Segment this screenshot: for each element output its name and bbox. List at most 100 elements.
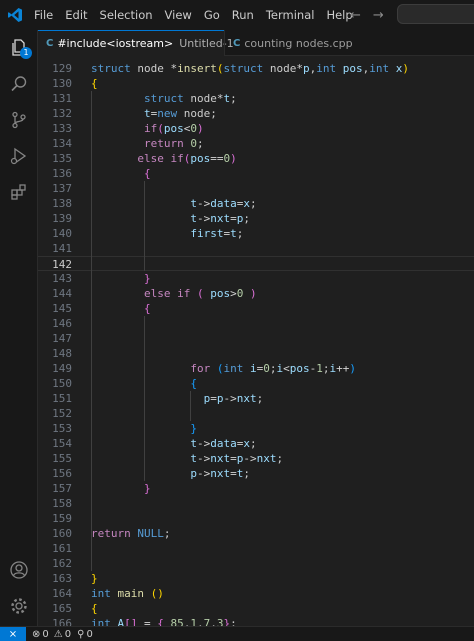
- code-line[interactable]: 149 for (int i=0;i<pos-1;i++): [38, 361, 474, 376]
- code-text: t=new node;: [91, 106, 217, 121]
- code-editor[interactable]: 129 struct node *insert(struct node*p,int…: [38, 57, 474, 626]
- code-token: {: [91, 602, 98, 615]
- code-line[interactable]: 132 t=new node;: [38, 106, 474, 121]
- code-token: pos: [289, 362, 310, 375]
- code-token: =: [210, 392, 217, 405]
- menu-go[interactable]: Go: [198, 0, 226, 30]
- code-token: =: [144, 617, 151, 626]
- ports-indicator[interactable]: ⚲ 0: [77, 629, 93, 640]
- tab-untitled-1[interactable]: C #include<iostream> Untitled-1: [38, 30, 234, 56]
- code-line[interactable]: 136 {: [38, 166, 474, 181]
- code-line[interactable]: 155 t->nxt=p->nxt;: [38, 451, 474, 466]
- tab-counting-nodes[interactable]: C counting nodes.cpp: [224, 30, 361, 56]
- code-line[interactable]: 142: [38, 256, 474, 271]
- line-number: 139: [52, 212, 72, 225]
- code-token: {: [190, 377, 197, 390]
- code-line[interactable]: 146: [38, 316, 474, 331]
- code-line[interactable]: 130 {: [38, 76, 474, 91]
- code-line[interactable]: 158: [38, 496, 474, 511]
- search-icon[interactable]: [0, 66, 38, 102]
- code-token: ): [196, 122, 204, 135]
- code-text: if(pos<0): [91, 121, 204, 136]
- code-line[interactable]: 147: [38, 331, 474, 346]
- code-line[interactable]: 159: [38, 511, 474, 526]
- code-line[interactable]: 138 t->data=x;: [38, 196, 474, 211]
- code-token: int: [223, 362, 244, 375]
- code-line[interactable]: 144 else if ( pos>0 ): [38, 286, 474, 301]
- code-line[interactable]: 160 return NULL;: [38, 526, 474, 541]
- code-token: data: [210, 437, 237, 450]
- line-number: 136: [52, 167, 72, 180]
- command-center-search[interactable]: [397, 4, 474, 24]
- menu-terminal[interactable]: Terminal: [260, 0, 321, 30]
- line-number: 133: [52, 122, 72, 135]
- account-icon[interactable]: [0, 552, 38, 588]
- code-token: ): [349, 362, 356, 375]
- menu-file[interactable]: File: [30, 0, 59, 30]
- code-line[interactable]: 131 struct node*t;: [38, 91, 474, 106]
- code-line[interactable]: 135 else if(pos==0): [38, 151, 474, 166]
- indent-guide: [190, 391, 192, 421]
- line-number: 149: [52, 362, 72, 375]
- code-line[interactable]: 166 int A[] = { 85,1,7,3};: [38, 616, 474, 626]
- code-line[interactable]: 148: [38, 346, 474, 361]
- code-token: <: [283, 362, 290, 375]
- line-number: 134: [52, 137, 72, 150]
- remote-indicator-icon[interactable]: ⨯: [0, 626, 26, 641]
- code-token: NULL: [137, 527, 164, 540]
- code-line[interactable]: 161: [38, 541, 474, 556]
- code-token: t: [190, 452, 197, 465]
- explorer-icon[interactable]: 1: [0, 30, 38, 66]
- code-line[interactable]: 165 {: [38, 601, 474, 616]
- code-line[interactable]: 164 int main (): [38, 586, 474, 601]
- menu-run[interactable]: Run: [226, 0, 260, 30]
- code-token: =: [230, 212, 237, 225]
- code-line[interactable]: 157 }: [38, 481, 474, 496]
- code-line[interactable]: 152: [38, 406, 474, 421]
- code-line[interactable]: 162: [38, 556, 474, 571]
- forward-arrow-icon[interactable]: →: [373, 8, 384, 23]
- problems-indicator[interactable]: ⊗ 0 ⚠ 0: [32, 629, 71, 640]
- code-text: t->data=x;: [91, 196, 256, 211]
- code-token: p: [303, 62, 310, 75]
- code-line[interactable]: 145 {: [38, 301, 474, 316]
- menu-edit[interactable]: Edit: [59, 0, 93, 30]
- title-bar: File Edit Selection View Go Run Terminal…: [0, 0, 474, 30]
- source-control-icon[interactable]: [0, 102, 38, 138]
- code-line[interactable]: 140 first=t;: [38, 226, 474, 241]
- vscode-logo-icon[interactable]: [0, 0, 30, 30]
- code-token: ;: [236, 227, 244, 240]
- settings-gear-icon[interactable]: [0, 588, 38, 624]
- code-line[interactable]: 129 struct node *insert(struct node*p,int…: [38, 61, 474, 76]
- code-text: else if ( pos>0 ): [91, 286, 257, 301]
- code-token: ;: [276, 452, 284, 465]
- code-line[interactable]: 156 p->nxt=t;: [38, 466, 474, 481]
- code-line[interactable]: 141: [38, 241, 474, 256]
- code-line[interactable]: 153 }: [38, 421, 474, 436]
- code-line[interactable]: 143 }: [38, 271, 474, 286]
- code-token: else: [143, 287, 171, 300]
- extensions-icon[interactable]: [0, 174, 38, 210]
- code-line[interactable]: 163}: [38, 571, 474, 586]
- line-number: 130: [52, 77, 72, 90]
- run-and-debug-icon[interactable]: [0, 138, 38, 174]
- code-line[interactable]: 137: [38, 181, 474, 196]
- code-line[interactable]: 150 {: [38, 376, 474, 391]
- code-line[interactable]: 133 if(pos<0): [38, 121, 474, 136]
- code-line[interactable]: 134 return 0;: [38, 136, 474, 151]
- activity-bar: 1: [0, 30, 38, 626]
- code-line[interactable]: 151 p=p->nxt;: [38, 391, 474, 406]
- code-line[interactable]: 139 t->nxt=p;: [38, 211, 474, 226]
- menu-selection[interactable]: Selection: [94, 0, 159, 30]
- code-token: node: [183, 92, 217, 105]
- back-arrow-icon[interactable]: ←: [350, 8, 361, 23]
- code-token: []: [124, 617, 138, 626]
- menu-view[interactable]: View: [159, 0, 198, 30]
- code-line[interactable]: 154 t->data=x;: [38, 436, 474, 451]
